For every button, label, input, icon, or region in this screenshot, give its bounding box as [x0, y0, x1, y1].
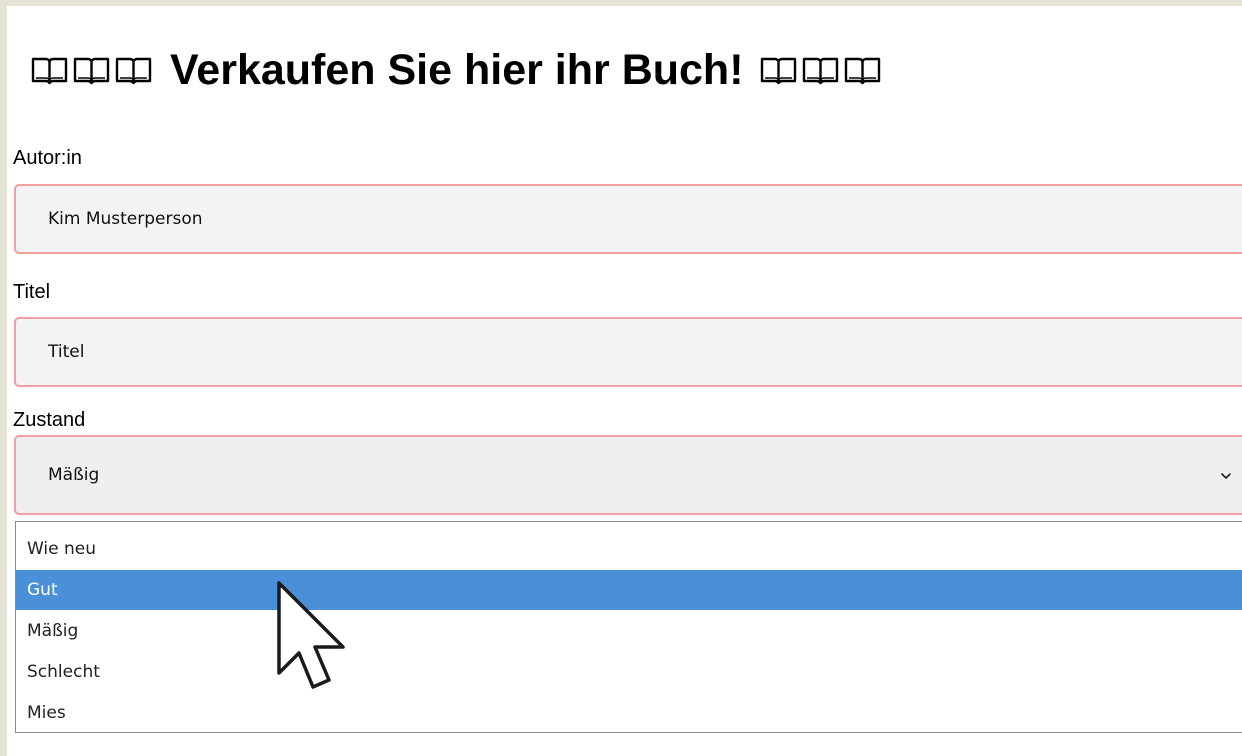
dropdown-option-wie-neu[interactable]: Wie neu [16, 529, 1242, 569]
dropdown-option-gut[interactable]: Gut [16, 570, 1242, 610]
open-book-icon [802, 55, 839, 85]
title-label: Titel [13, 281, 51, 303]
condition-dropdown-list: Wie neu Gut Mäßig Schlecht Mies [15, 521, 1242, 733]
page-title-row: Verkaufen Sie hier ihr Buch! [31, 32, 881, 108]
chevron-down-icon [1220, 470, 1232, 482]
open-book-icon [760, 55, 797, 85]
author-label: Autor:in [13, 147, 82, 169]
page: Verkaufen Sie hier ihr Buch! Autor:in Ki… [7, 6, 1242, 756]
author-value: Kim Musterperson [48, 209, 203, 229]
title-value: Titel [48, 342, 85, 362]
open-book-icon [115, 55, 152, 85]
title-field[interactable]: Titel [14, 317, 1242, 387]
page-title: Verkaufen Sie hier ihr Buch! [170, 46, 744, 94]
open-book-icon [31, 55, 68, 85]
dropdown-option-schlecht[interactable]: Schlecht [16, 652, 1242, 692]
dropdown-option-mies[interactable]: Mies [16, 693, 1242, 733]
author-field[interactable]: Kim Musterperson [14, 184, 1242, 254]
condition-label: Zustand [13, 409, 86, 431]
open-book-icon [844, 55, 881, 85]
condition-select[interactable]: Mäßig [14, 435, 1242, 515]
book-icons-right [760, 55, 881, 85]
book-icons-left [31, 55, 152, 85]
mouse-pointer-icon [275, 579, 347, 693]
dropdown-option-maessig[interactable]: Mäßig [16, 611, 1242, 651]
open-book-icon [73, 55, 110, 85]
condition-selected-value: Mäßig [48, 465, 100, 485]
